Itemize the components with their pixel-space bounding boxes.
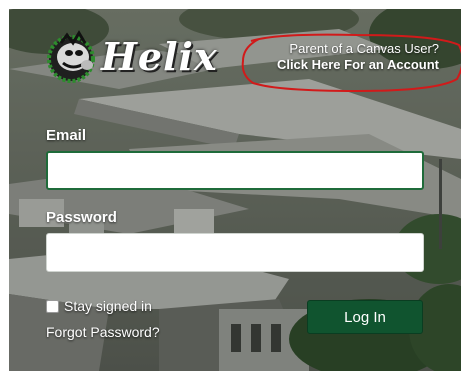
email-input[interactable] bbox=[46, 151, 424, 190]
red-circle-annotation bbox=[241, 33, 461, 93]
helix-logo[interactable]: Helix bbox=[43, 29, 217, 89]
password-label: Password bbox=[46, 209, 117, 226]
stay-signed-in-checkbox[interactable] bbox=[46, 299, 59, 313]
highlander-mascot-icon bbox=[47, 30, 95, 83]
forgot-password-link[interactable]: Forgot Password? bbox=[46, 324, 160, 340]
login-screen: Helix Parent of a Canvas User? Click Her… bbox=[9, 9, 461, 371]
email-label: Email bbox=[46, 127, 87, 144]
helix-wordmark: Helix bbox=[101, 34, 218, 79]
login-button[interactable]: Log In bbox=[307, 300, 423, 334]
stay-signed-in-label: Stay signed in bbox=[64, 298, 152, 314]
password-input[interactable] bbox=[46, 233, 424, 272]
stay-signed-in-row[interactable]: Stay signed in bbox=[46, 297, 152, 315]
